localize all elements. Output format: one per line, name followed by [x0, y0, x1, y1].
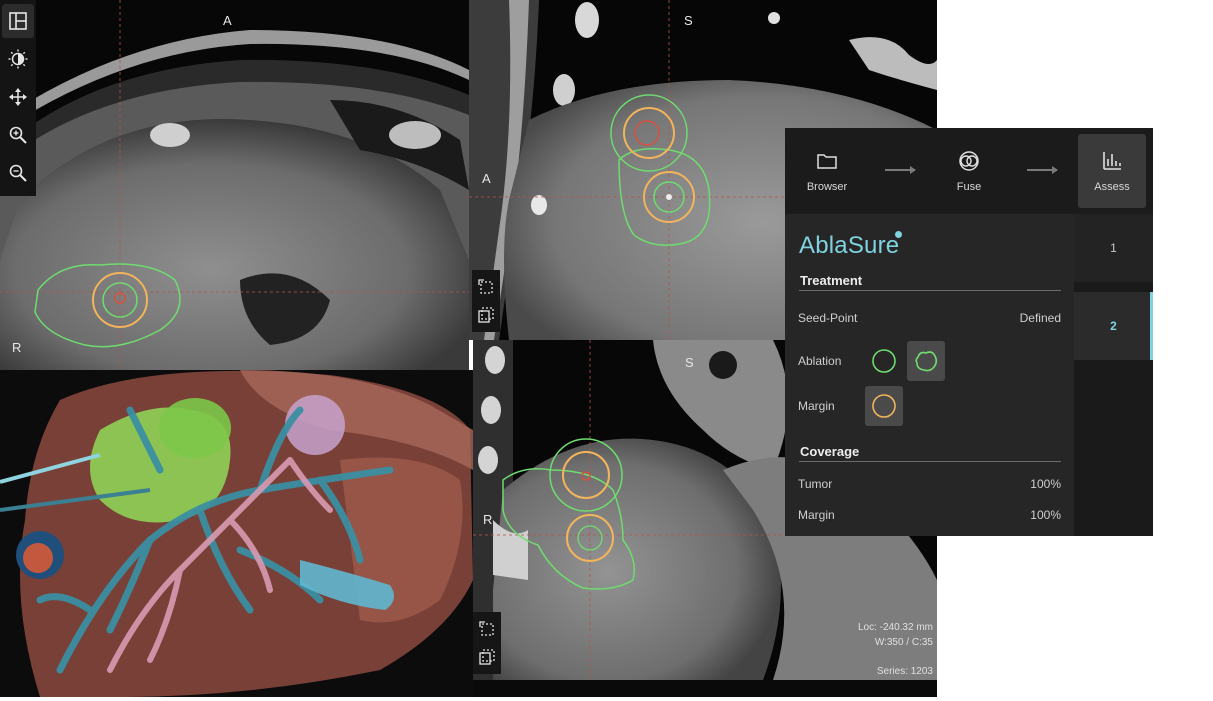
brightness-contrast-icon: [8, 49, 28, 69]
axial-ct-image: [0, 0, 469, 370]
circle-contour-icon: [872, 349, 896, 373]
3d-render-viewport[interactable]: [0, 370, 473, 697]
zoom-in-button[interactable]: [2, 118, 34, 152]
region-copy-button[interactable]: [474, 304, 498, 326]
ablasure-panel: Browser Fuse Assess AblaSure Treatment S…: [785, 128, 1153, 536]
workflow-step-assess[interactable]: Assess: [1078, 134, 1146, 208]
info-overlay: Loc: -240.32 mm W:350 / C:35 Series: 120…: [858, 620, 933, 679]
section-divider: [799, 290, 1061, 291]
region-copy-icon: [478, 307, 494, 323]
orientation-label-top: S: [685, 355, 694, 370]
ablation-tab-1[interactable]: 1: [1074, 214, 1153, 282]
window-center-readout: W:350 / C:35: [874, 637, 933, 648]
orientation-label-top: A: [223, 13, 232, 28]
assessment-panel: AblaSure Treatment Seed-Point Defined Ab…: [785, 214, 1074, 536]
layout-icon: [9, 12, 27, 30]
location-readout: Loc: -240.32 mm: [857, 622, 933, 633]
viewport-mini-toolbar: [473, 612, 501, 674]
pan-icon: [9, 88, 27, 106]
orientation-label-top: S: [684, 13, 693, 28]
coverage-section-title: Coverage: [800, 444, 860, 459]
viewport-mini-toolbar: [472, 270, 500, 332]
region-select-icon: [479, 621, 494, 636]
fuse-icon: [959, 151, 979, 171]
tumor-coverage-label: Tumor: [798, 477, 833, 491]
region-select-button[interactable]: [474, 276, 498, 298]
view-toolbar: [0, 0, 36, 196]
workflow-bar: Browser Fuse Assess: [785, 128, 1153, 214]
orientation-label-left: R: [12, 340, 22, 355]
pan-button[interactable]: [2, 80, 34, 114]
ablation-sphere-button[interactable]: [865, 341, 903, 381]
region-copy-icon: [479, 649, 495, 665]
ablation-label: Ablation: [798, 354, 842, 368]
bar-chart-icon: [1103, 152, 1121, 170]
viewport-footer: [473, 680, 937, 697]
workflow-step-label: Assess: [1094, 181, 1130, 193]
region-copy-button[interactable]: [475, 646, 499, 668]
orientation-label-left: R: [483, 512, 493, 527]
workflow-step-label: Browser: [806, 181, 848, 193]
workflow-arrow-icon: [1027, 166, 1058, 174]
3d-liver-render: [0, 370, 473, 697]
series-readout: Series: 1203: [876, 666, 933, 677]
zoom-in-icon: [9, 126, 27, 144]
workflow-step-label: Fuse: [956, 181, 982, 193]
axial-viewport[interactable]: A R: [0, 0, 469, 370]
margin-sphere-button[interactable]: [865, 386, 903, 426]
margin-coverage-value: 100%: [1030, 508, 1061, 522]
folder-icon: [817, 154, 837, 169]
section-divider: [799, 461, 1061, 462]
zoom-out-button[interactable]: [2, 156, 34, 190]
ablation-tab-2[interactable]: 2: [1074, 292, 1153, 360]
app-brand: AblaSure: [799, 232, 900, 259]
workflow-step-fuse[interactable]: Fuse: [935, 134, 1003, 208]
brand-registered-icon: [895, 231, 902, 238]
seed-point-label: Seed-Point: [798, 311, 858, 325]
treatment-section-title: Treatment: [800, 273, 863, 288]
region-select-button[interactable]: [475, 618, 499, 640]
zoom-out-icon: [9, 164, 27, 182]
orientation-label-left: A: [482, 171, 491, 186]
tumor-coverage-value: 100%: [1030, 477, 1061, 491]
layout-button[interactable]: [2, 4, 34, 38]
ablation-freeform-button[interactable]: [907, 341, 945, 381]
seed-point-status: Defined: [1019, 311, 1061, 325]
workflow-step-browser[interactable]: Browser: [793, 134, 861, 208]
circle-contour-icon: [872, 394, 896, 418]
ablation-tabs: 1 2: [1074, 214, 1153, 536]
workflow-arrow-icon: [885, 166, 916, 174]
region-select-icon: [478, 279, 493, 294]
margin-coverage-label: Margin: [798, 508, 835, 522]
freeform-contour-icon: [915, 351, 938, 372]
window-level-button[interactable]: [2, 42, 34, 76]
margin-label: Margin: [798, 399, 835, 413]
vessel-structure-purple: [285, 395, 345, 455]
